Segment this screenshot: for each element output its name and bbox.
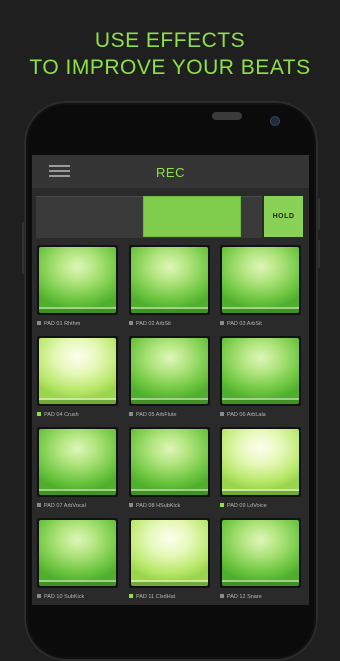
pad-surface xyxy=(131,429,208,495)
pad-button[interactable] xyxy=(129,336,210,406)
app-screen: REC HOLD PAD 01 Rhthm PAD 02 ArbSit PAD 03… xyxy=(32,155,309,605)
pad-button[interactable] xyxy=(37,427,118,497)
page-title: REC xyxy=(156,165,185,180)
pad-status-icon xyxy=(129,411,133,416)
pad-label-text: PAD 08 HSubKick xyxy=(136,503,181,509)
pad-status-icon xyxy=(37,320,41,325)
hold-button[interactable]: HOLD xyxy=(264,196,303,237)
pad-button[interactable] xyxy=(37,245,118,315)
pad-label: PAD 12 Snare xyxy=(220,592,308,602)
pad-button[interactable] xyxy=(220,518,301,588)
pad-status-icon xyxy=(129,593,133,598)
pad-label: PAD 05 ArbFlute xyxy=(129,410,217,420)
effect-slider-fill xyxy=(143,196,241,237)
pad-status-icon xyxy=(37,502,41,507)
pad-label-text: PAD 09 LdVoice xyxy=(227,503,267,509)
pad-label-text: PAD 10 SubKick xyxy=(44,594,85,600)
pad-status-icon xyxy=(37,593,41,598)
pad-button[interactable] xyxy=(220,427,301,497)
pad-button[interactable] xyxy=(129,518,210,588)
phone-volume-button xyxy=(318,198,320,230)
pad-surface xyxy=(222,247,299,313)
front-camera xyxy=(270,116,280,126)
pad-label: PAD 08 HSubKick xyxy=(129,501,217,511)
pad-button[interactable] xyxy=(220,245,301,315)
pad-label: PAD 06 ArbLala xyxy=(220,410,308,420)
pad-label-text: PAD 01 Rhthm xyxy=(44,321,81,327)
pad-label-text: PAD 11 ClsdHat xyxy=(136,594,176,600)
pad-label: PAD 02 ArbSit xyxy=(129,319,217,329)
pad-label-text: PAD 06 ArbLala xyxy=(227,412,266,418)
pad-grid: PAD 01 Rhthm PAD 02 ArbSit PAD 03 ArbSit PA… xyxy=(32,239,309,605)
pad-label: PAD 07 ArbVocal xyxy=(37,501,125,511)
promo-headline-line-1: USE EFFECTS xyxy=(94,29,246,52)
pad-status-icon xyxy=(220,411,224,416)
app-bar: REC xyxy=(32,155,309,188)
phone-sensor xyxy=(222,112,242,120)
pad-surface xyxy=(222,520,299,586)
pad-status-icon xyxy=(37,411,41,416)
pad-button[interactable] xyxy=(129,427,210,497)
phone-side-button xyxy=(22,222,24,274)
pad-label-text: PAD 07 ArbVocal xyxy=(44,503,86,509)
pad-surface xyxy=(39,520,116,586)
pad-label-text: PAD 12 Snare xyxy=(227,594,262,600)
pad-surface xyxy=(222,429,299,495)
phone-power-button xyxy=(318,240,320,268)
pad-label-text: PAD 05 ArbFlute xyxy=(136,412,177,418)
pad-label: PAD 11 ClsdHat xyxy=(129,592,217,602)
pad-status-icon xyxy=(129,320,133,325)
pad-label: PAD 01 Rhthm xyxy=(37,319,125,329)
pad-surface xyxy=(39,429,116,495)
pad-surface xyxy=(222,338,299,404)
pad-surface xyxy=(39,338,116,404)
pad-surface xyxy=(39,247,116,313)
pad-label: PAD 10 SubKick xyxy=(37,592,125,602)
pad-label: PAD 09 LdVoice xyxy=(220,501,308,511)
pad-status-icon xyxy=(220,593,224,598)
pad-label-text: PAD 04 Crush xyxy=(44,412,79,418)
pad-surface xyxy=(131,520,208,586)
promo-headline-line-2: TO IMPROVE YOUR BEATS xyxy=(29,56,311,79)
pad-surface xyxy=(131,338,208,404)
pad-button[interactable] xyxy=(37,336,118,406)
pad-label: PAD 03 ArbSit xyxy=(220,319,308,329)
pad-status-icon xyxy=(220,320,224,325)
pad-button[interactable] xyxy=(37,518,118,588)
pad-status-icon xyxy=(220,502,224,507)
pad-label-text: PAD 03 ArbSit xyxy=(227,321,262,327)
pad-status-icon xyxy=(129,502,133,507)
pad-button[interactable] xyxy=(129,245,210,315)
pad-surface xyxy=(131,247,208,313)
pad-label: PAD 04 Crush xyxy=(37,410,125,420)
pad-button[interactable] xyxy=(220,336,301,406)
pad-label-text: PAD 02 ArbSit xyxy=(136,321,171,327)
